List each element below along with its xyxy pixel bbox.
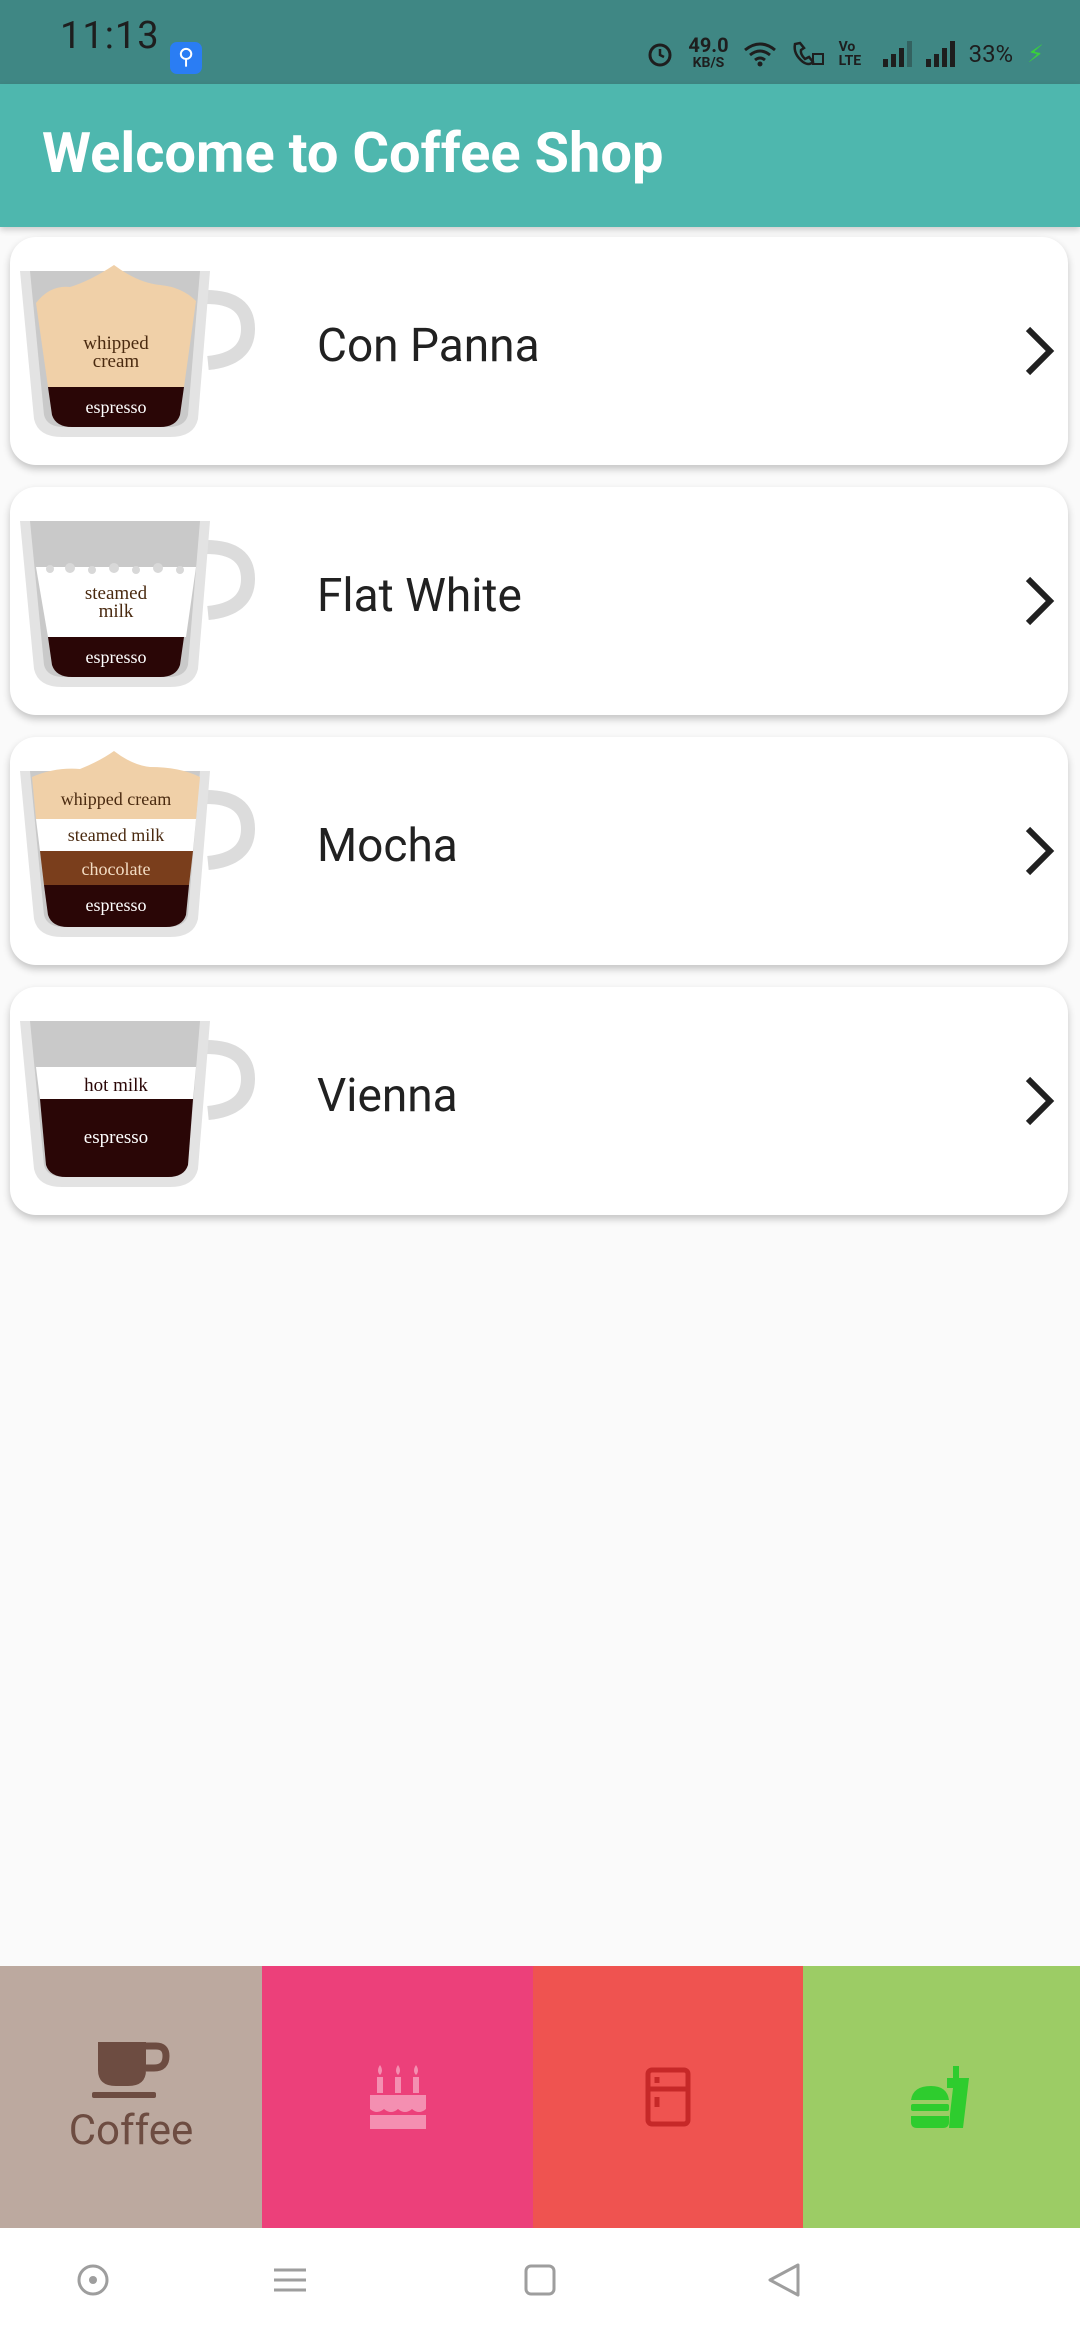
mocha-layer-4: espresso — [86, 895, 147, 915]
fridge-icon — [645, 2067, 691, 2127]
nav-tab-fridge[interactable] — [533, 1966, 803, 2228]
coffee-name: Mocha — [317, 819, 458, 873]
wifi-icon — [743, 42, 776, 67]
status-time: 11:13 — [60, 14, 160, 58]
system-navigation-bar — [0, 2228, 1080, 2340]
assistant-button-icon[interactable] — [75, 2262, 111, 2298]
flat-white-layer-3: espresso — [86, 647, 147, 667]
alarm-icon — [648, 43, 672, 67]
wifi-calling-icon — [793, 41, 824, 66]
coffee-name: Flat White — [317, 569, 522, 623]
fastfood-icon — [910, 2066, 969, 2128]
nav-tab-cake[interactable] — [262, 1966, 533, 2228]
coffee-icon — [92, 2042, 170, 2098]
cake-icon — [369, 2065, 426, 2129]
signal-icon-2 — [925, 41, 955, 67]
status-icons: 49.0 KB/S Vo LTE 33% ⚡ — [646, 33, 1044, 72]
signal-icon-1 — [882, 41, 912, 67]
coffee-name: Vienna — [317, 1069, 458, 1123]
charging-icon: ⚡ — [1027, 40, 1044, 68]
vienna-layer-2: espresso — [84, 1127, 148, 1148]
chevron-right-icon — [1025, 826, 1055, 876]
chevron-right-icon — [1025, 576, 1055, 626]
con-panna-layer-3: espresso — [86, 397, 147, 417]
network-speed-unit: KB/S — [692, 55, 725, 71]
battery-level: 33% — [968, 40, 1014, 68]
vienna-cup-image: hot milk espresso — [20, 1021, 256, 1187]
network-speed: 49.0 KB/S — [688, 33, 729, 72]
app-bar: Welcome to Coffee Shop — [0, 84, 1080, 227]
mocha-layer-2: steamed milk — [68, 825, 164, 845]
coffee-name: Con Panna — [317, 319, 540, 373]
coffee-card-mocha[interactable]: whipped cream steamed milk chocolate esp… — [10, 737, 1068, 965]
nav-tab-coffee[interactable]: Coffee — [0, 1966, 262, 2228]
network-speed-value: 49.0 — [688, 33, 729, 57]
status-bar: 11:13 ⚲ 49.0 KB/S Vo LTE 33% ⚡ — [0, 0, 1080, 84]
nav-tab-food[interactable] — [803, 1966, 1080, 2228]
chevron-right-icon — [1025, 326, 1055, 376]
con-panna-cup-image: whipped cream espresso — [20, 265, 256, 437]
usb-icon: ⚲ — [170, 42, 202, 74]
volte-badge: Vo LTE — [838, 39, 862, 69]
chevron-right-icon — [1025, 1076, 1055, 1126]
nav-label-coffee: Coffee — [68, 2106, 194, 2155]
coffee-card-flat-white[interactable]: steamed milk espresso Flat White — [10, 487, 1068, 715]
mocha-cup-image: whipped cream steamed milk chocolate esp… — [20, 751, 256, 937]
mocha-layer-1: whipped cream — [61, 789, 171, 809]
page-title: Welcome to Coffee Shop — [42, 120, 664, 186]
flat-white-cup-image: steamed milk espresso — [20, 521, 256, 687]
con-panna-layer-2: cream — [93, 351, 140, 372]
coffee-card-con-panna[interactable]: whipped cream espresso Con Panna — [10, 237, 1068, 465]
flat-white-layer-2: milk — [99, 601, 134, 622]
menu-button-icon[interactable] — [272, 2262, 308, 2298]
back-button-icon[interactable] — [766, 2262, 802, 2298]
home-button-icon[interactable] — [522, 2262, 558, 2298]
bottom-navigation: Coffee — [0, 1966, 1080, 2228]
mocha-layer-3: chocolate — [82, 859, 151, 879]
coffee-card-vienna[interactable]: hot milk espresso Vienna — [10, 987, 1068, 1215]
vienna-layer-1: hot milk — [84, 1075, 148, 1096]
